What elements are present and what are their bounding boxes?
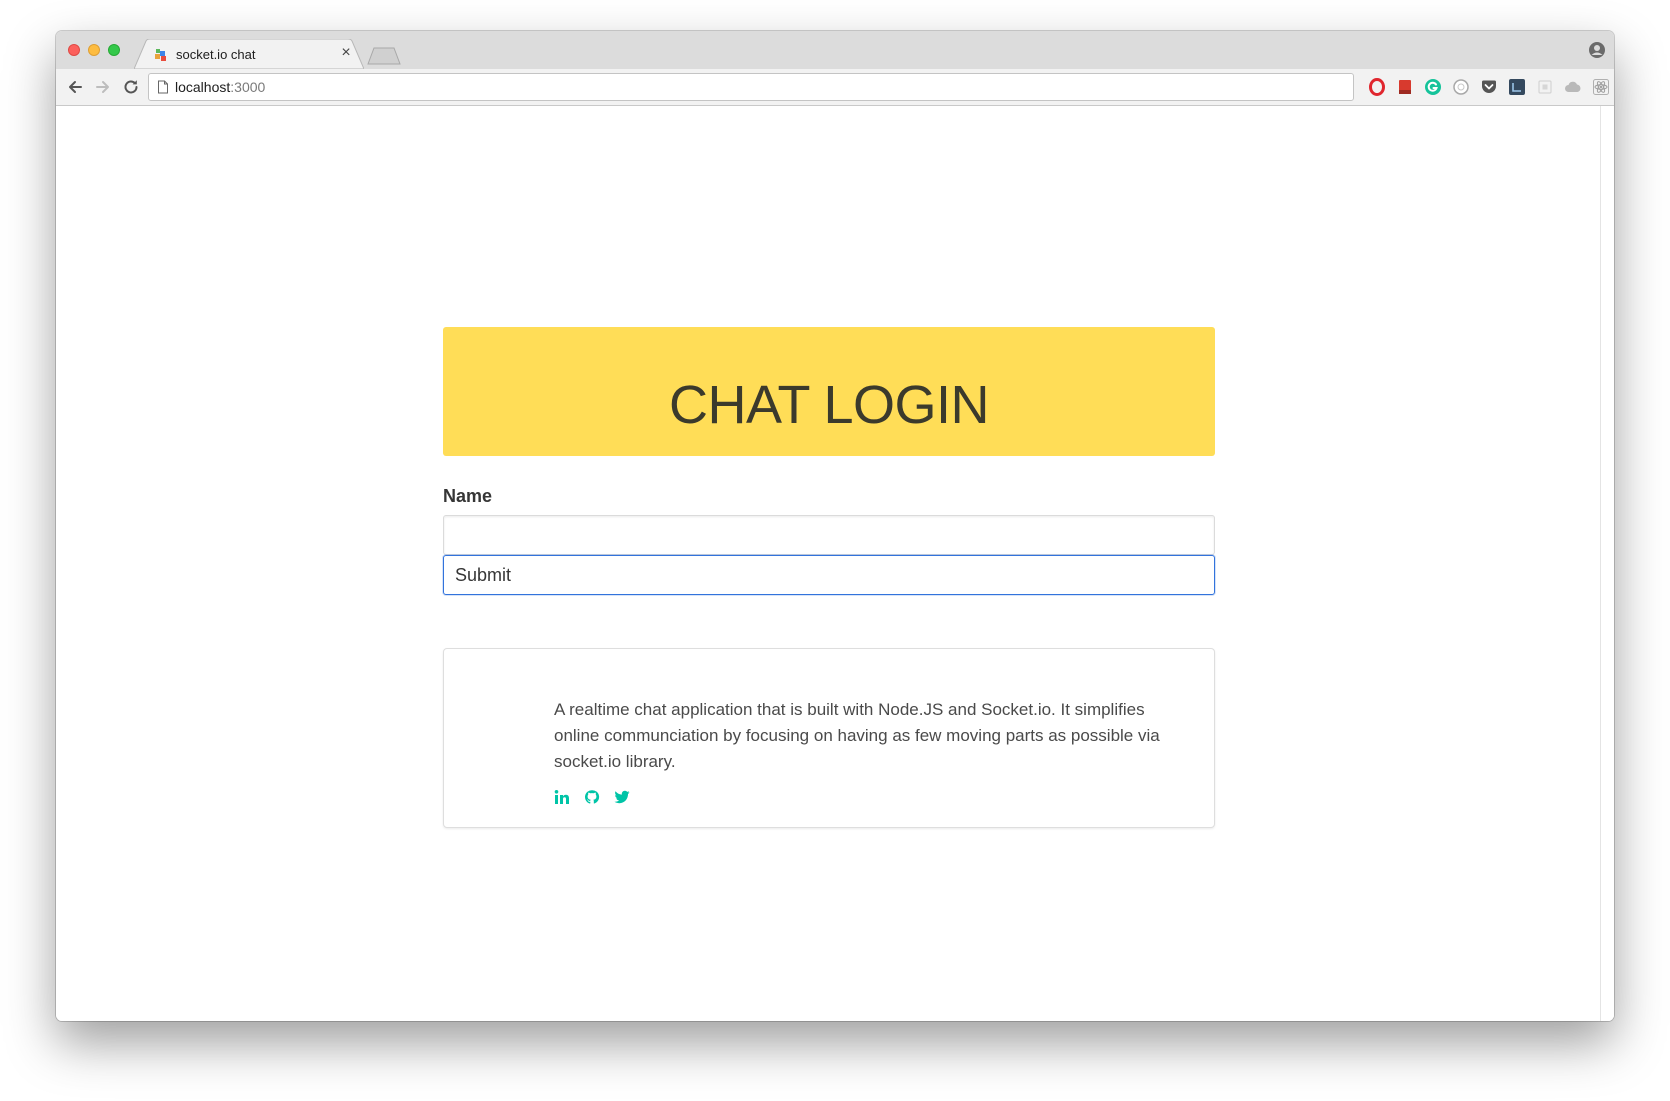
- app-description: A realtime chat application that is buil…: [554, 700, 1160, 771]
- linkedin-icon[interactable]: [554, 789, 570, 805]
- url-host: localhost: [175, 79, 231, 95]
- about-card: A realtime chat application that is buil…: [443, 648, 1215, 828]
- name-label: Name: [443, 486, 493, 506]
- new-tab-button[interactable]: [366, 47, 402, 65]
- tab-strip: socket.io chat ×: [56, 31, 1614, 69]
- grey-square-extension-icon[interactable]: [1536, 78, 1554, 96]
- tab-socket-io-chat[interactable]: socket.io chat ×: [134, 39, 364, 69]
- github-icon[interactable]: [584, 789, 600, 805]
- url-port: :3000: [230, 79, 266, 95]
- pocket-icon[interactable]: [1480, 78, 1498, 96]
- browser-window: socket.io chat × localhost:3000 CHAT LOG…: [56, 31, 1614, 1021]
- page-title: CHAT LOGIN: [668, 375, 990, 435]
- cloud-icon[interactable]: [1564, 78, 1582, 96]
- dark-square-extension-icon[interactable]: [1508, 78, 1526, 96]
- opera-icon[interactable]: [1368, 78, 1386, 96]
- bookmark-red-icon[interactable]: [1396, 78, 1414, 96]
- page-viewport: CHAT LOGIN Name Submit A realtime chat a…: [56, 106, 1614, 1021]
- page-icon: [158, 80, 168, 94]
- window-minimize-button[interactable]: [88, 44, 100, 56]
- submit-button[interactable]: Submit: [443, 555, 1215, 595]
- reload-icon[interactable]: [120, 76, 142, 98]
- twitter-icon[interactable]: [614, 789, 630, 805]
- login-banner: CHAT LOGIN: [443, 327, 1215, 456]
- tab-close-icon[interactable]: ×: [338, 45, 354, 61]
- browser-toolbar: localhost:3000: [56, 69, 1614, 106]
- window-maximize-button[interactable]: [108, 44, 120, 56]
- url-text: localhost:3000: [175, 79, 265, 95]
- address-bar[interactable]: localhost:3000: [148, 73, 1354, 101]
- page-scrollbar[interactable]: [1600, 106, 1614, 1021]
- profile-icon[interactable]: [1588, 41, 1606, 59]
- forward-arrow-icon[interactable]: [92, 76, 114, 98]
- back-arrow-icon[interactable]: [64, 76, 86, 98]
- socket-io-favicon-icon: [155, 49, 166, 61]
- name-input[interactable]: [443, 515, 1215, 555]
- tab-title: socket.io chat: [176, 47, 256, 62]
- react-devtools-icon[interactable]: [1592, 78, 1610, 96]
- window-close-button[interactable]: [68, 44, 80, 56]
- circle-outline-icon[interactable]: [1452, 78, 1470, 96]
- grammarly-icon[interactable]: [1424, 78, 1442, 96]
